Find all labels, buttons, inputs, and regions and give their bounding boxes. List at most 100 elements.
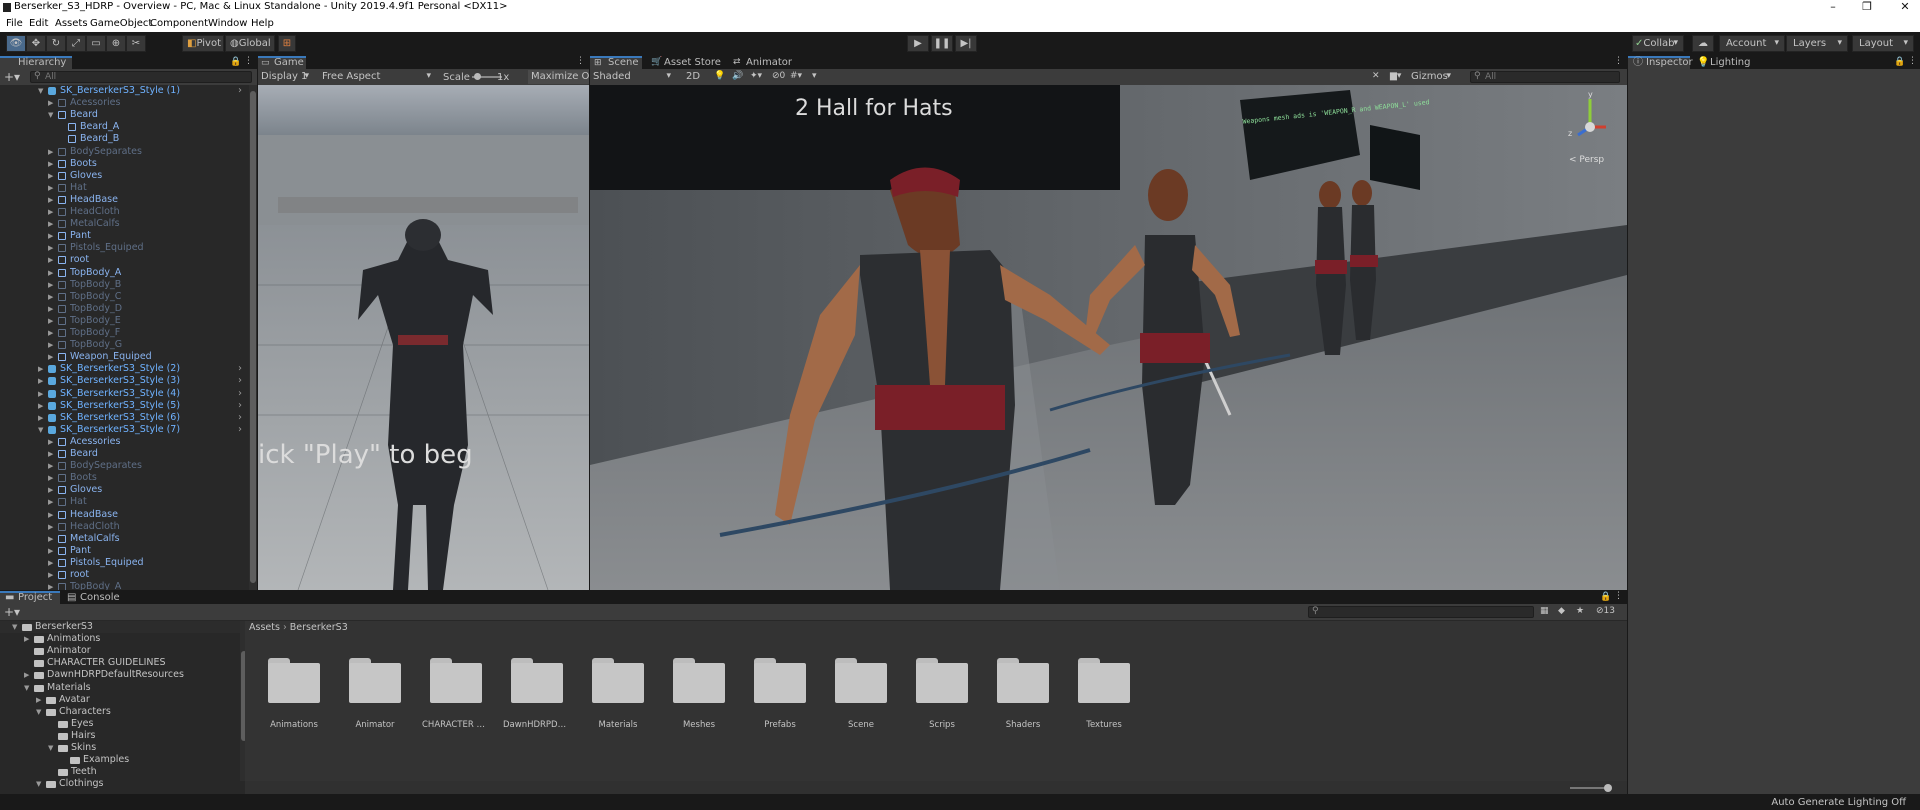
game-viewport[interactable]: ick "Play" to beg (258, 85, 589, 590)
minimize-button[interactable]: – (1820, 0, 1846, 15)
step-button[interactable]: ▶| (955, 35, 977, 52)
hierarchy-row[interactable]: ▶ TopBody_B (0, 279, 248, 291)
create-plus-icon[interactable]: +▾ (4, 70, 20, 84)
tab-console[interactable]: ▤ Console (62, 591, 122, 604)
menu-file[interactable]: File (6, 18, 23, 29)
scale-slider-knob[interactable] (474, 73, 481, 80)
hierarchy-row[interactable]: ▶ TopBody_A (0, 267, 248, 279)
expand-arrow-open-icon[interactable]: ▼ (12, 621, 17, 633)
collab-dropdown[interactable]: ✓Collab (1632, 35, 1684, 52)
close-button[interactable]: ✕ (1892, 0, 1918, 15)
transform-tool-icon[interactable]: ⊕ (106, 35, 126, 52)
expand-arrow-closed-icon[interactable]: ▶ (48, 315, 53, 327)
expand-arrow-closed-icon[interactable]: ▶ (48, 351, 53, 363)
expand-arrow-closed-icon[interactable]: ▶ (48, 436, 53, 448)
tab-game[interactable]: ▭ Game (258, 56, 306, 69)
expand-arrow-open-icon[interactable]: ▼ (36, 706, 41, 718)
hierarchy-row[interactable]: ▶ SK_BerserkerS3_Style (4) › (0, 388, 248, 400)
expand-arrow-closed-icon[interactable]: ▶ (36, 694, 41, 706)
expand-arrow-closed-icon[interactable]: ▶ (48, 146, 53, 158)
aspect-dropdown[interactable]: Free Aspect (316, 69, 436, 85)
project-tree-item[interactable]: ▶ Animations (0, 633, 240, 645)
hierarchy-row[interactable]: ▶ SK_BerserkerS3_Style (2) › (0, 363, 248, 375)
project-tree-item[interactable]: ▼ Clothings (0, 778, 240, 790)
pause-button[interactable]: ❚❚ (931, 35, 953, 52)
hierarchy-row[interactable]: ▶ Acessories (0, 97, 248, 109)
hierarchy-row[interactable]: ▶ Weapon_Equiped (0, 351, 248, 363)
persp-label[interactable]: < Persp (1569, 155, 1604, 165)
hierarchy-row[interactable]: ▶ Gloves (0, 170, 248, 182)
expand-arrow-closed-icon[interactable]: ▶ (38, 388, 43, 400)
scene-viewport[interactable]: 2 Hall for Hats Weapons mesh ads is 'WEA… (590, 85, 1627, 590)
hierarchy-row[interactable]: ▶ MetalCalfs (0, 533, 248, 545)
hierarchy-row[interactable]: ▶ Boots (0, 472, 248, 484)
hierarchy-row[interactable]: ▶ root (0, 254, 248, 266)
scale-tool-icon[interactable]: ⤢ (66, 35, 86, 52)
hierarchy-row[interactable]: ▶ TopBody_C (0, 291, 248, 303)
expand-arrow-closed-icon[interactable]: ▶ (48, 182, 53, 194)
hidden-packages-icon[interactable]: ⊘13 (1596, 606, 1615, 616)
hierarchy-row[interactable]: ▶ HeadCloth (0, 521, 248, 533)
global-toggle[interactable]: ◍Global (225, 35, 275, 52)
menu-help[interactable]: Help (251, 18, 274, 29)
hierarchy-row[interactable]: Beard_A (0, 121, 248, 133)
hierarchy-search-input[interactable]: All (30, 71, 252, 83)
menu-gameobject[interactable]: GameObject (90, 18, 152, 29)
expand-arrow-closed-icon[interactable]: ▶ (48, 460, 53, 472)
hierarchy-row[interactable]: ▶ Pant (0, 230, 248, 242)
menu-edit[interactable]: Edit (29, 18, 48, 29)
expand-arrow-closed-icon[interactable]: ▶ (38, 400, 43, 412)
hidden-objects-icon[interactable]: ⊘0 (772, 71, 785, 81)
rotate-tool-icon[interactable]: ↻ (46, 35, 66, 52)
expand-arrow-closed-icon[interactable]: ▶ (48, 279, 53, 291)
hierarchy-row[interactable]: ▶ SK_BerserkerS3_Style (5) › (0, 400, 248, 412)
hierarchy-row[interactable]: ▶ TopBody_G (0, 339, 248, 351)
inspector-lock-icon[interactable]: 🔒 (1894, 57, 1905, 67)
custom-tool-icon[interactable]: ✂ (126, 35, 146, 52)
tab-inspector[interactable]: ⓘ Inspector (1628, 56, 1693, 69)
gizmos-dropdown[interactable]: Gizmos (1408, 69, 1456, 85)
expand-arrow-closed-icon[interactable]: ▶ (48, 448, 53, 460)
menu-assets[interactable]: Assets (55, 18, 88, 29)
hierarchy-scrollbar[interactable] (249, 85, 257, 590)
prefab-open-chevron-icon[interactable]: › (238, 424, 242, 436)
project-tree-item[interactable]: ▶ DawnHDRPDefaultResources (0, 669, 240, 681)
hierarchy-row[interactable]: ▶ Beard (0, 448, 248, 460)
asset-folder[interactable]: Animator (347, 658, 403, 738)
expand-arrow-closed-icon[interactable]: ▶ (48, 158, 53, 170)
asset-folder[interactable]: Shaders (995, 658, 1051, 738)
hierarchy-row[interactable]: ▶ HeadBase (0, 194, 248, 206)
prefab-open-chevron-icon[interactable]: › (238, 85, 242, 97)
expand-arrow-closed-icon[interactable]: ▶ (48, 267, 53, 279)
asset-folder[interactable]: Scrips (914, 658, 970, 738)
display-dropdown[interactable]: Display 1 (258, 69, 314, 85)
expand-arrow-open-icon[interactable]: ▼ (36, 778, 41, 790)
expand-arrow-closed-icon[interactable]: ▶ (48, 206, 53, 218)
expand-arrow-closed-icon[interactable]: ▶ (48, 496, 53, 508)
expand-arrow-open-icon[interactable]: ▼ (38, 85, 43, 97)
expand-arrow-closed-icon[interactable]: ▶ (48, 97, 53, 109)
hierarchy-row[interactable]: ▶ TopBody_A (0, 581, 248, 590)
asset-folder[interactable]: Prefabs (752, 658, 808, 738)
project-tree-item[interactable]: ▼ BerserkerS3 (0, 621, 240, 633)
asset-folder[interactable]: CHARACTER GUI... (422, 658, 490, 738)
grid-toggle-icon[interactable]: #▾ (790, 71, 802, 81)
hierarchy-row[interactable]: ▶ root (0, 569, 248, 581)
expand-arrow-closed-icon[interactable]: ▶ (48, 545, 53, 557)
breadcrumb-berserkers3[interactable]: BerserkerS3 (290, 622, 348, 633)
menu-component[interactable]: Component (150, 18, 208, 29)
effects-toggle-icon[interactable]: ✦▾ (750, 71, 762, 81)
rect-tool-icon[interactable]: ▭ (86, 35, 106, 52)
project-search-input[interactable] (1308, 606, 1534, 618)
project-tree-item[interactable]: Hairs (0, 730, 240, 742)
expand-arrow-closed-icon[interactable]: ▶ (48, 327, 53, 339)
game-menu-icon[interactable]: ⋮ (576, 56, 585, 66)
expand-arrow-closed-icon[interactable]: ▶ (48, 291, 53, 303)
project-tree-item[interactable]: ▼ Characters (0, 706, 240, 718)
prefab-open-chevron-icon[interactable]: › (238, 388, 242, 400)
hierarchy-row[interactable]: ▶ MetalCalfs (0, 218, 248, 230)
layers-dropdown[interactable]: Layers (1786, 35, 1848, 52)
expand-arrow-closed-icon[interactable]: ▶ (48, 218, 53, 230)
hierarchy-row[interactable]: ▶ SK_BerserkerS3_Style (3) › (0, 375, 248, 387)
move-tool-icon[interactable]: ✥ (26, 35, 46, 52)
